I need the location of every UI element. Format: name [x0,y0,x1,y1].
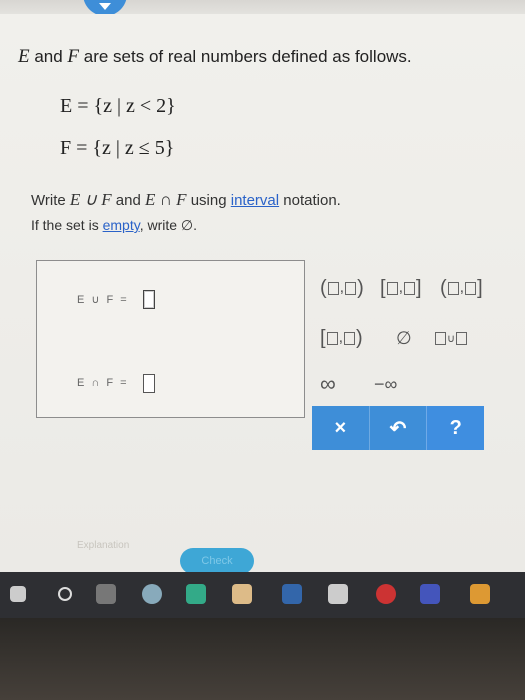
title-and: and [29,47,68,66]
problem-title: E and F are sets of real numbers defined… [18,46,412,68]
undo-icon: ↶ [389,417,407,440]
problem-card: E and F are sets of real numbers defined… [0,14,525,574]
instr-tail: notation. [279,192,341,209]
empty-set-button[interactable]: ∅ [396,326,412,350]
close-icon: × [334,416,347,439]
start-icon[interactable] [10,586,26,602]
store-icon[interactable] [328,584,348,604]
clear-button[interactable]: × [312,406,369,450]
firefox-icon[interactable] [470,584,490,604]
infinity-button[interactable]: ∞ [320,371,336,396]
chevron-down-icon [99,3,111,10]
interval-link[interactable]: interval [231,192,279,209]
search-icon[interactable] [58,587,72,601]
instruction-line: Write E ∪ F and E ∩ F using interval not… [31,190,341,210]
intersection-answer-input[interactable] [143,374,155,393]
laptop-bezel [0,618,525,700]
open-open-interval-button[interactable]: (,) [320,276,364,300]
undo-button[interactable]: ↶ [368,406,427,450]
set-e-definition: E = {z | z < 2} [60,95,176,117]
var-f: F [67,46,80,67]
open-closed-interval-button[interactable]: (,] [440,276,483,300]
chrome-icon[interactable] [376,584,396,604]
screen: E and F are sets of real numbers defined… [0,0,525,700]
union-button[interactable]: ∪ [434,326,468,350]
union-answer-input[interactable] [143,290,155,309]
check-button[interactable]: Check [180,548,254,574]
empty-set-instruction: If the set is empty, write ∅. [31,217,197,234]
instr-intersection: E ∩ F [145,190,187,209]
negative-infinity-button[interactable]: −∞ [374,372,397,396]
task-view-icon[interactable] [96,584,116,604]
mail-icon[interactable] [282,584,302,604]
os-taskbar [0,572,525,618]
closed-open-interval-button[interactable]: [,) [320,326,363,350]
title-rest: are sets of real numbers defined as foll… [79,47,412,66]
help-icon: ? [449,416,462,439]
closed-closed-interval-button[interactable]: [,] [380,276,422,300]
browser-icon[interactable] [142,584,162,604]
union-label: E ∪ F = [77,294,129,306]
instr-union: E ∪ F [69,190,112,209]
intersection-label: E ∩ F = [77,377,129,389]
folder-icon[interactable] [232,584,252,604]
action-toolbar: × ↶ ? [312,406,485,450]
word-icon[interactable] [420,584,440,604]
help-button[interactable]: ? [426,406,485,450]
empty-suffix: , write ∅. [139,217,197,233]
explanation-button[interactable]: Explanation [77,540,129,551]
empty-link[interactable]: empty [103,217,140,233]
math-palette: (,) [,] (,] [,) ∅ ∪ ∞ −∞ [312,260,502,430]
var-e: E [18,46,30,67]
answer-box: E ∪ F = E ∩ F = [36,260,305,418]
instr-using: using [186,192,231,209]
app-icon[interactable] [186,584,206,604]
empty-prefix: If the set is [31,217,103,233]
instr-write: Write [31,192,70,209]
instr-and: and [111,192,145,209]
set-f-definition: F = {z | z ≤ 5} [60,137,175,159]
